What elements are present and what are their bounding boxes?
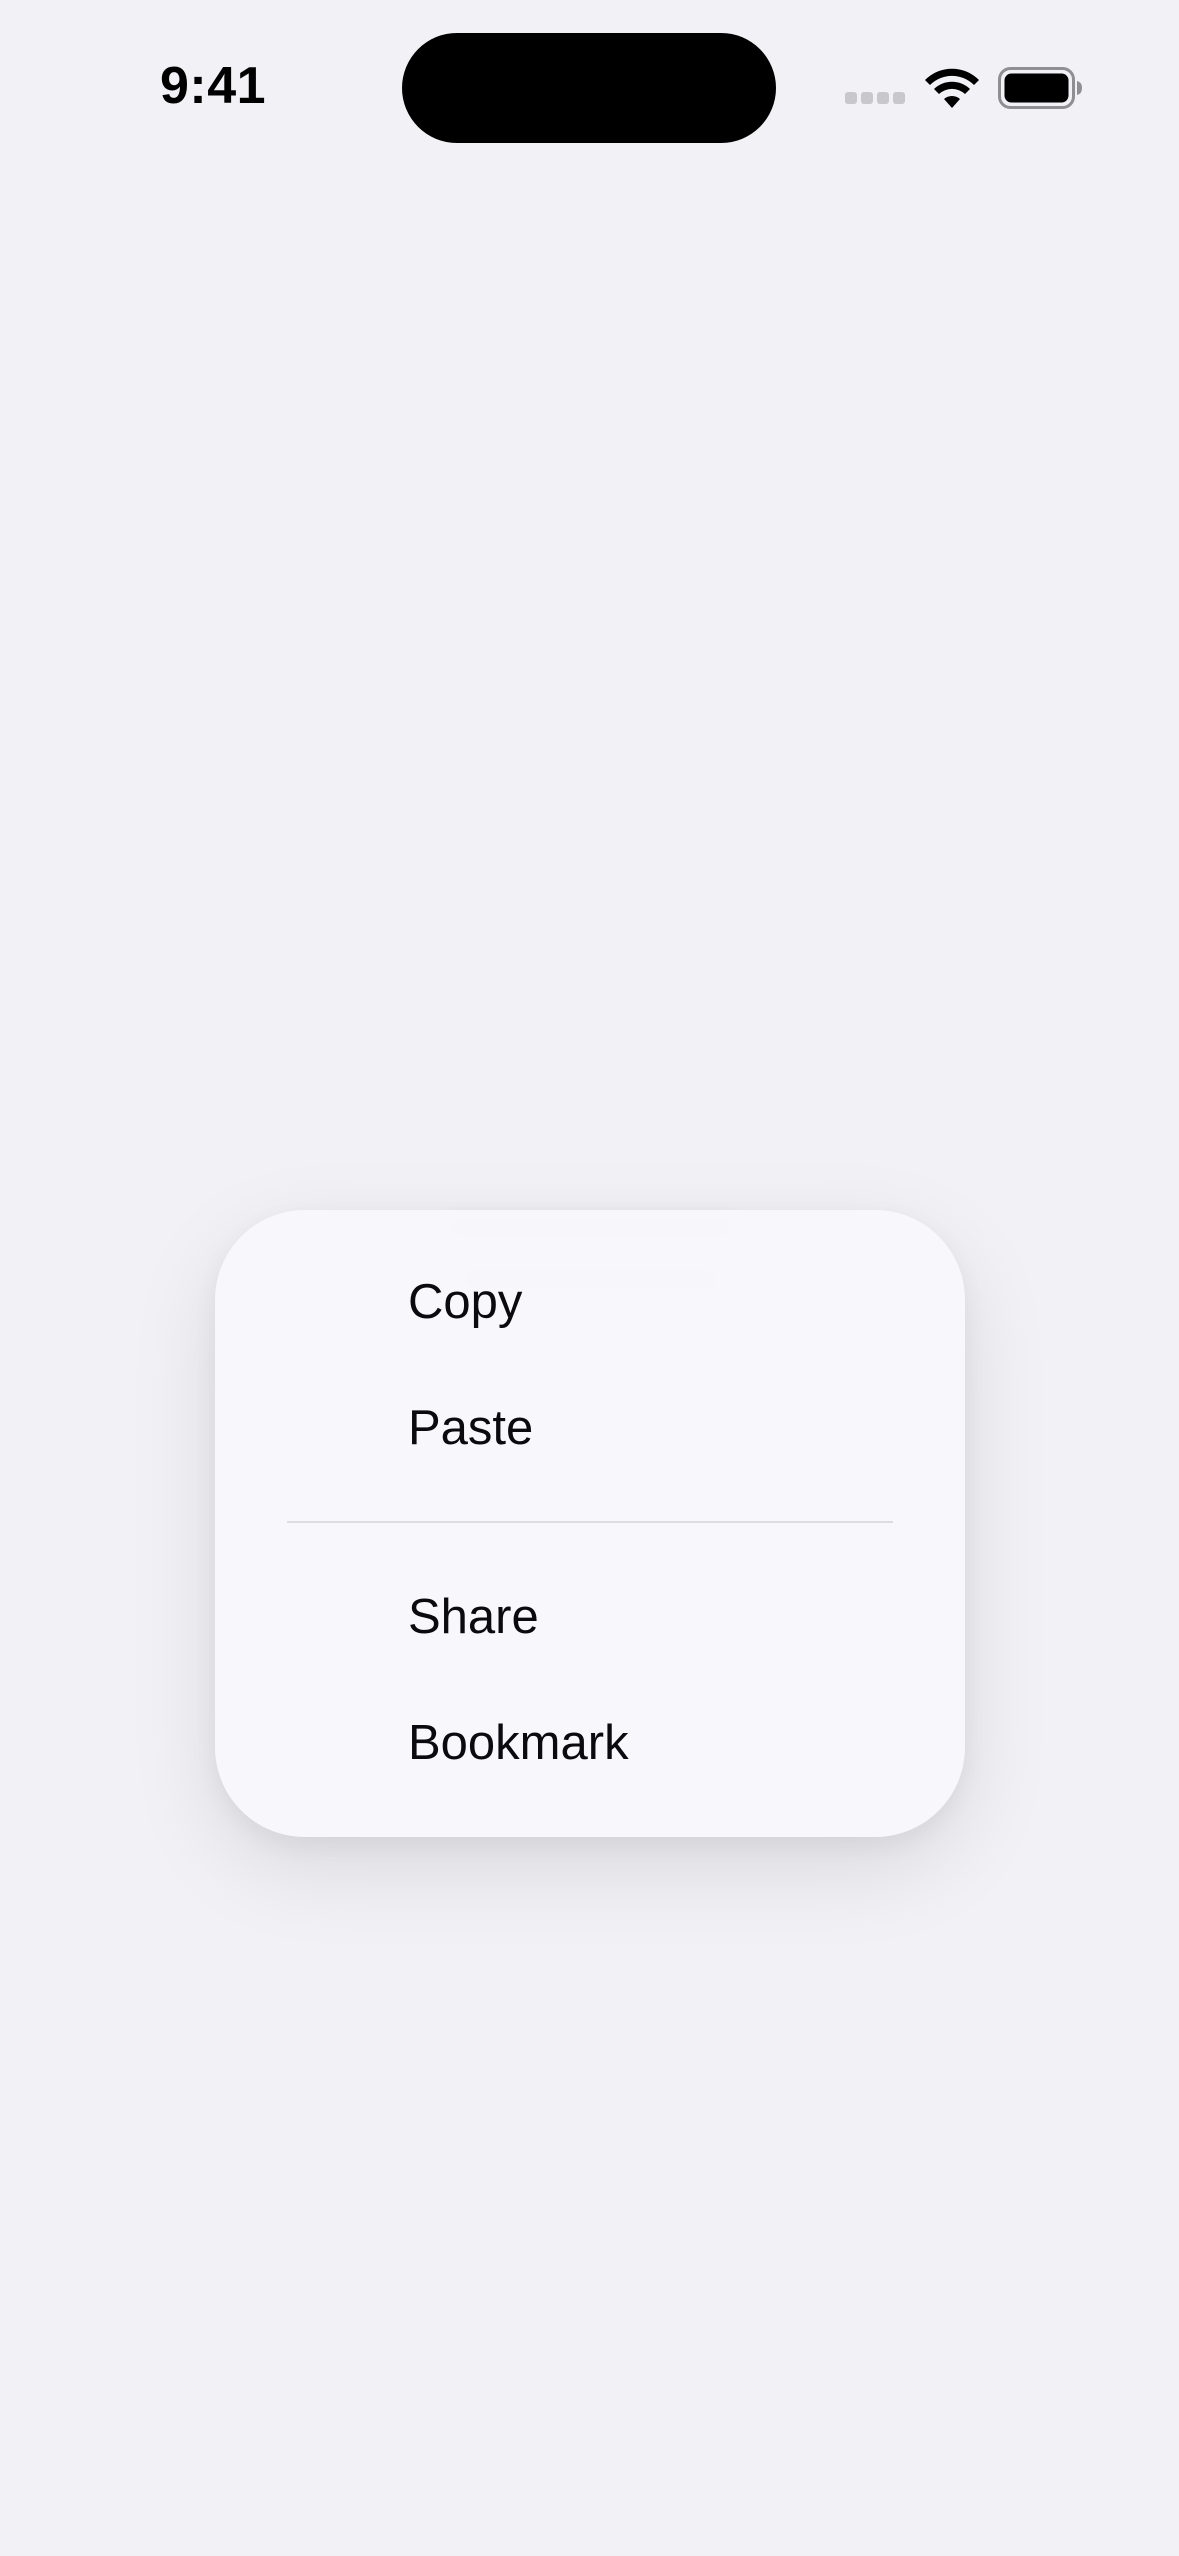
dynamic-island [402,33,776,143]
context-menu: Copy Paste Share Bookmark [215,1210,965,1837]
battery-icon [998,67,1082,109]
menu-item-copy[interactable]: Copy [408,1272,522,1332]
cellular-signal-icon [845,92,907,106]
menu-item-bookmark[interactable]: Bookmark [408,1713,629,1773]
status-time: 9:41 [160,57,267,115]
status-bar: 9:41 [0,0,1179,180]
menu-item-share[interactable]: Share [408,1587,539,1647]
menu-item-paste[interactable]: Paste [408,1398,533,1458]
menu-divider [287,1521,893,1523]
wifi-icon [925,68,979,108]
